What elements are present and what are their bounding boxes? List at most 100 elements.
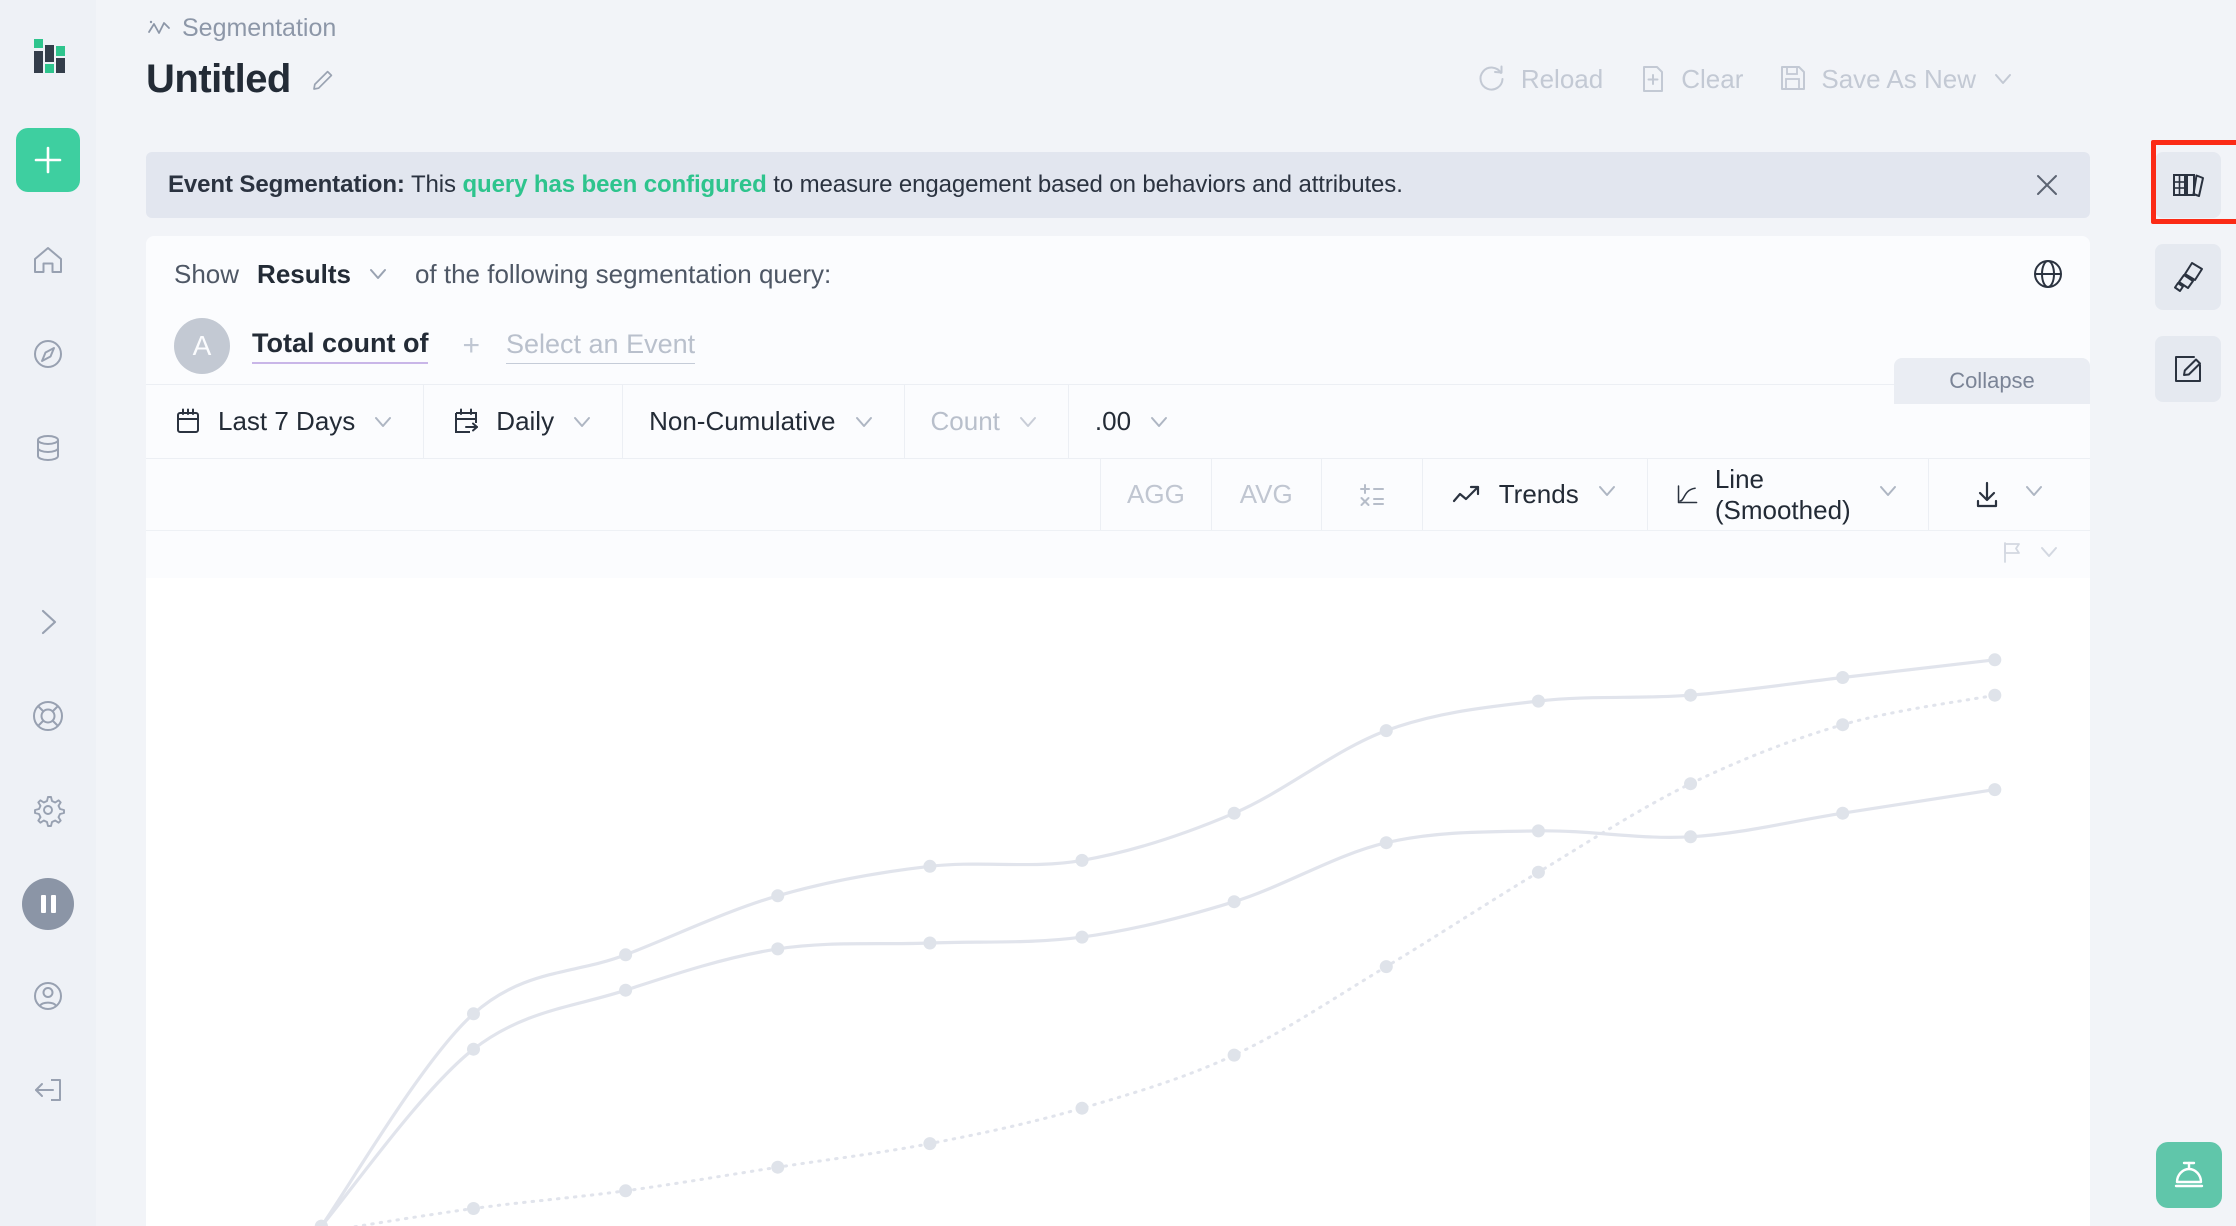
chart-data-point[interactable] (1076, 1102, 1089, 1115)
sidebar-item-account[interactable] (20, 968, 76, 1024)
line-chart (146, 578, 2090, 1226)
chart-data-point[interactable] (771, 889, 784, 902)
chart-data-point[interactable] (619, 984, 632, 997)
chart-data-point[interactable] (1988, 653, 2001, 666)
chevron-down-icon (1874, 477, 1902, 512)
cumulative-select[interactable]: Non-Cumulative (623, 385, 904, 458)
decimal-select[interactable]: .00 (1069, 385, 1199, 458)
chart-data-point[interactable] (1076, 931, 1089, 944)
chart-data-point[interactable] (1532, 695, 1545, 708)
trend-up-icon (1449, 477, 1485, 513)
reload-button[interactable]: Reload (1475, 62, 1603, 96)
show-row: Show Results of the following segmentati… (146, 236, 2090, 312)
chart-data-point[interactable] (1836, 718, 1849, 731)
sidebar-item-settings[interactable] (20, 782, 76, 838)
count-label: Count (931, 406, 1000, 437)
chart-data-point[interactable] (1228, 1049, 1241, 1062)
sidebar-item-logout[interactable] (20, 1062, 76, 1118)
clear-button[interactable]: Clear (1637, 63, 1743, 95)
interval-label: Daily (496, 406, 554, 437)
help-bell-button[interactable] (2156, 1142, 2222, 1208)
chart-data-point[interactable] (1988, 689, 2001, 702)
chart-data-point[interactable] (467, 1202, 480, 1215)
collapse-button[interactable]: Collapse (1894, 358, 2090, 404)
sidebar-item-home[interactable] (20, 232, 76, 288)
chart-data-point[interactable] (771, 942, 784, 955)
chart-data-point[interactable] (1836, 671, 1849, 684)
chart-data-point[interactable] (923, 860, 936, 873)
chart-data-point[interactable] (1532, 824, 1545, 837)
select-event-button[interactable]: Select an Event (506, 329, 695, 364)
chart-data-point[interactable] (923, 937, 936, 950)
chart-canvas[interactable] (146, 578, 2090, 1226)
chart-series-line (321, 790, 1994, 1226)
agg-button[interactable]: AGG (1101, 459, 1212, 530)
notes-edit-button[interactable] (2155, 336, 2221, 402)
count-select[interactable]: Count (905, 385, 1069, 458)
chart-data-point[interactable] (1380, 724, 1393, 737)
chevron-down-icon (1014, 408, 1042, 436)
chart-data-point[interactable] (923, 1137, 936, 1150)
banner-close-button[interactable] (2030, 168, 2064, 202)
banner-link[interactable]: query has been configured (462, 171, 766, 198)
download-button[interactable] (1929, 459, 2090, 530)
chart-data-point[interactable] (619, 1184, 632, 1197)
segmentation-icon (146, 16, 172, 42)
chart-data-point[interactable] (1228, 895, 1241, 908)
main-content: Segmentation Untitled Reload (96, 0, 2140, 1226)
telescope-icon (2168, 257, 2208, 297)
formula-button[interactable] (1322, 459, 1423, 530)
calendar-icon (172, 406, 204, 438)
chart-data-point[interactable] (467, 1043, 480, 1056)
trends-select[interactable]: Trends (1423, 459, 1648, 530)
header-actions: Reload Clear Save As N (1475, 62, 2018, 96)
save-as-new-button[interactable]: Save As New (1777, 63, 2018, 95)
interval-select[interactable]: Daily (424, 385, 623, 458)
sidebar-item-expand[interactable] (20, 594, 76, 650)
annotation-chevron-button[interactable] (2036, 539, 2062, 570)
chart-data-point[interactable] (467, 1007, 480, 1020)
reload-icon (1475, 62, 1509, 96)
pause-icon (41, 895, 56, 913)
chart-data-point[interactable] (1684, 689, 1697, 702)
avg-button[interactable]: AVG (1212, 459, 1322, 530)
telescope-button[interactable] (2155, 244, 2221, 310)
breadcrumb[interactable]: Segmentation (146, 14, 2140, 43)
show-results-select[interactable]: Results (257, 259, 393, 290)
chart-type-label: Line (Smoothed) (1715, 464, 1860, 526)
sidebar-item-explore[interactable] (20, 326, 76, 382)
date-range-select[interactable]: Last 7 Days (146, 385, 424, 458)
chart-data-point[interactable] (1380, 836, 1393, 849)
globe-icon[interactable] (2030, 256, 2066, 292)
toolbar-secondary: AGG AVG (146, 458, 2090, 530)
chart-data-point[interactable] (771, 1161, 784, 1174)
chart-data-point[interactable] (1228, 807, 1241, 820)
reload-label: Reload (1521, 64, 1603, 95)
sidebar-item-data[interactable] (20, 420, 76, 476)
columns-layout-button[interactable] (2155, 152, 2221, 218)
measure-select[interactable]: Total count of (252, 328, 428, 364)
query-row: A Total count of + Select an Event (146, 312, 2090, 384)
chart-type-select[interactable]: Line (Smoothed) (1648, 459, 1929, 530)
chart-data-point[interactable] (1380, 960, 1393, 973)
create-new-button[interactable] (16, 128, 80, 192)
show-tail-label: of the following segmentation query: (415, 259, 831, 290)
sidebar-item-pause[interactable] (22, 878, 74, 930)
compass-icon (29, 335, 67, 373)
chart-data-point[interactable] (1684, 777, 1697, 790)
breadcrumb-label: Segmentation (182, 14, 336, 43)
chart-data-point[interactable] (1684, 830, 1697, 843)
chart-data-point[interactable] (1988, 783, 2001, 796)
chart-data-point[interactable] (1532, 866, 1545, 879)
chart-data-point[interactable] (1076, 854, 1089, 867)
sidebar-item-support[interactable] (20, 688, 76, 744)
chart-data-point[interactable] (619, 948, 632, 961)
save-disk-icon (1777, 63, 1809, 95)
chevron-down-icon (2036, 539, 2062, 565)
edit-title-button[interactable] (309, 66, 337, 94)
app-logo[interactable] (26, 30, 70, 86)
annotation-flag-button[interactable] (1998, 538, 2026, 571)
clear-file-icon (1637, 63, 1669, 95)
note-pencil-icon (2168, 349, 2208, 389)
chart-data-point[interactable] (1836, 807, 1849, 820)
